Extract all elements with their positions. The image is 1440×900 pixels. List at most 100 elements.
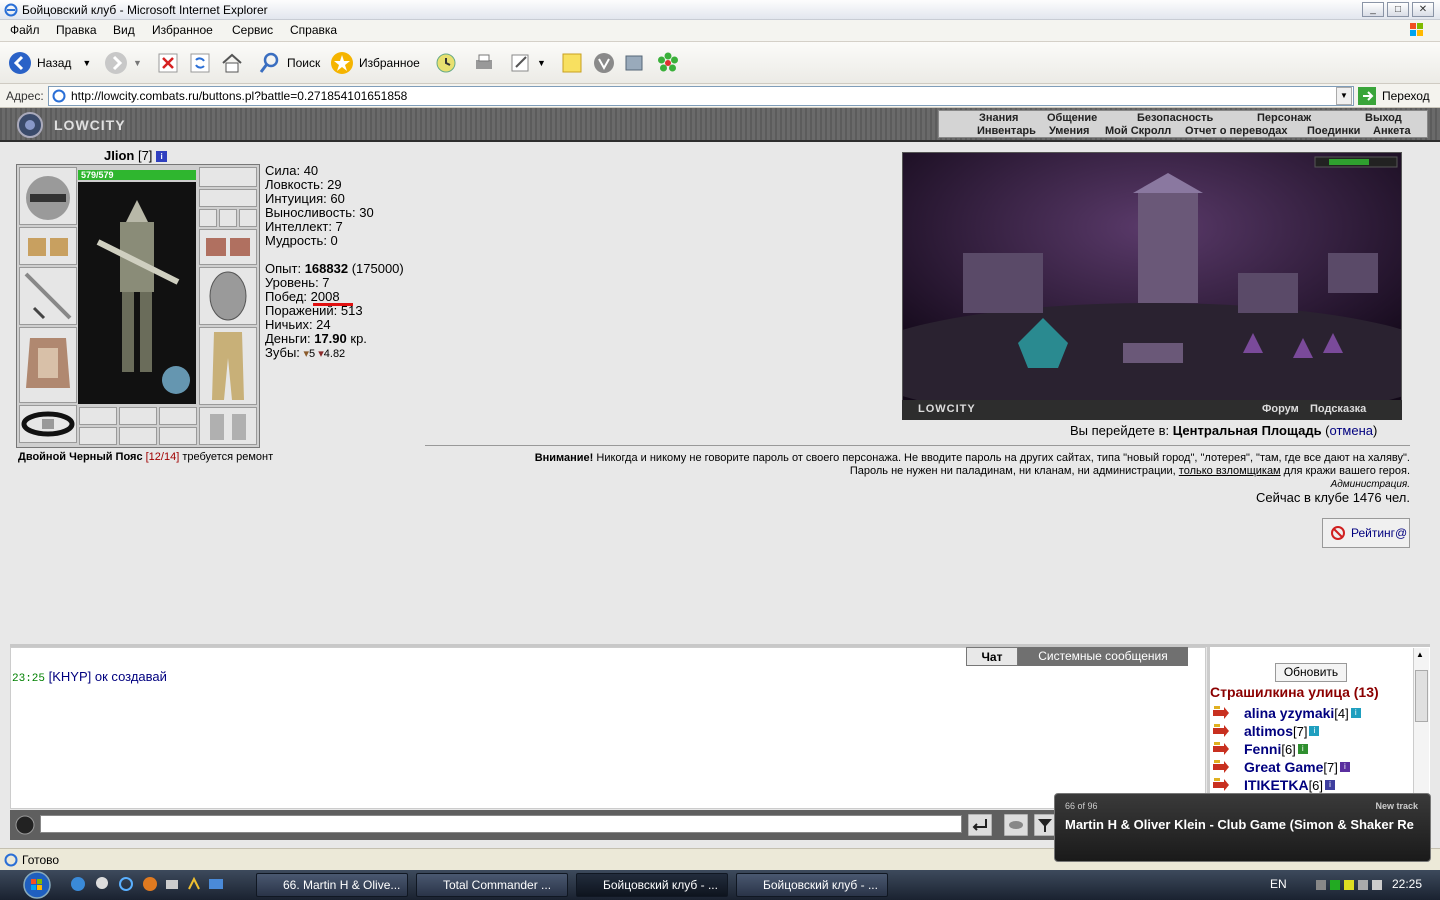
task-ie-1[interactable]: Бойцовский клуб - ... (576, 873, 728, 897)
gloves-slot[interactable] (199, 229, 257, 265)
close-button[interactable]: ✕ (1412, 2, 1434, 17)
scroll-thumb[interactable] (1415, 670, 1428, 722)
drive-icon[interactable] (164, 876, 180, 892)
addon-button-2[interactable] (622, 50, 646, 76)
tab-chat[interactable]: Чат (966, 647, 1018, 666)
skull-icon[interactable] (94, 876, 110, 892)
nav-transfer-report[interactable]: Отчет о переводах (1185, 125, 1288, 137)
character-name[interactable]: JIion [7] i (104, 148, 168, 163)
menu-file[interactable]: Файл (10, 23, 40, 37)
pocket-slot-1[interactable] (79, 407, 117, 425)
nav-battles[interactable]: Поединки (1307, 125, 1360, 137)
menu-view[interactable]: Вид (113, 23, 135, 37)
clear-icon[interactable] (1004, 814, 1028, 836)
player-row[interactable]: alina yzymaki [4] i (1212, 704, 1361, 722)
earring-slot[interactable] (199, 167, 257, 187)
shield-slot[interactable] (199, 267, 257, 325)
winamp-icon[interactable] (186, 876, 202, 892)
address-input[interactable]: http://lowcity.combats.ru/buttons.pl?bat… (48, 86, 1354, 106)
forward-dropdown-icon[interactable]: ▼ (133, 58, 142, 68)
firefox-icon[interactable] (142, 876, 158, 892)
nav-character[interactable]: Персонаж (1257, 112, 1311, 124)
belt-slot[interactable] (19, 405, 77, 443)
menu-favorites[interactable]: Избранное (152, 23, 213, 37)
pants-slot[interactable] (199, 327, 257, 405)
amulet-slot[interactable] (199, 189, 257, 207)
history-button[interactable] (434, 50, 458, 76)
player-name[interactable]: altimos (1244, 723, 1293, 739)
filter-icon[interactable] (1034, 814, 1056, 836)
private-message-icon[interactable] (1212, 706, 1230, 720)
nav-exit[interactable]: Выход (1365, 112, 1402, 124)
minimize-button[interactable]: _ (1362, 2, 1384, 17)
pocket-slot-4[interactable] (79, 427, 117, 445)
stop-button[interactable] (156, 50, 180, 76)
tab-system-messages[interactable]: Системные сообщения (1018, 647, 1188, 666)
player-name[interactable]: Great Game (1244, 759, 1323, 775)
hint-link[interactable]: Подсказка (1310, 403, 1366, 415)
boots-slot[interactable] (199, 407, 257, 445)
ring-slot-2[interactable] (219, 209, 237, 227)
menu-tools[interactable]: Сервис (232, 23, 273, 37)
player-row[interactable]: ITIKETKA [6] i (1212, 776, 1336, 794)
private-message-icon[interactable] (1212, 778, 1230, 792)
search-button[interactable]: Поиск (258, 50, 320, 76)
nav-my-scroll[interactable]: Мой Скролл (1105, 125, 1171, 137)
player-info-icon[interactable]: i (1325, 780, 1336, 790)
pocket-slot-5[interactable] (119, 427, 157, 445)
info-icon[interactable]: i (156, 151, 168, 163)
nav-communication[interactable]: Общение (1047, 112, 1097, 124)
player-row[interactable]: Great Game [7] i (1212, 758, 1350, 776)
maximize-button[interactable]: □ (1387, 2, 1409, 17)
player-row[interactable]: altimos [7] i (1212, 722, 1320, 740)
language-indicator[interactable]: EN (1270, 877, 1287, 891)
task-winamp[interactable]: 66. Martin H & Olive... (256, 873, 408, 897)
chat-area[interactable] (10, 647, 1206, 809)
nav-security[interactable]: Безопасность (1137, 112, 1213, 124)
cancel-link[interactable]: отмена (1330, 423, 1373, 438)
refresh-room-button[interactable]: Обновить (1275, 663, 1347, 682)
nav-knowledge[interactable]: Знания (979, 112, 1018, 124)
chat-author[interactable]: [KHYP] (49, 669, 92, 684)
pocket-slot-6[interactable] (159, 427, 197, 445)
forum-link[interactable]: Форум (1262, 403, 1299, 415)
city-scene[interactable] (853, 152, 1440, 423)
rating-button[interactable]: Рейтинг@ (1322, 518, 1410, 548)
addon-button-1[interactable] (592, 50, 616, 76)
edit-button[interactable]: ▼ (508, 50, 546, 76)
pocket-slot-2[interactable] (119, 407, 157, 425)
refresh-button[interactable] (188, 50, 212, 76)
globe-icon[interactable] (70, 876, 86, 892)
task-total-commander[interactable]: Total Commander ... (416, 873, 568, 897)
ring-slot-3[interactable] (239, 209, 257, 227)
helmet-slot[interactable] (19, 167, 77, 225)
player-row[interactable]: Fenni [6] i (1212, 740, 1308, 758)
private-message-icon[interactable] (1212, 742, 1230, 756)
desktop-icon[interactable] (208, 876, 224, 892)
back-dropdown-icon[interactable]: ▼ (82, 58, 91, 68)
notes-button[interactable] (560, 50, 584, 76)
start-button-icon[interactable] (18, 870, 56, 900)
menu-edit[interactable]: Правка (56, 23, 97, 37)
armor-slot[interactable] (19, 327, 77, 403)
nav-inventory[interactable]: Инвентарь (977, 125, 1036, 137)
chat-input[interactable] (40, 815, 962, 833)
private-message-icon[interactable] (1212, 760, 1230, 774)
character-portrait[interactable] (78, 182, 196, 404)
hackers-link[interactable]: только взломщикам (1179, 465, 1281, 477)
smiley-icon[interactable] (14, 814, 36, 836)
home-button[interactable] (220, 50, 244, 76)
room-scrollbar[interactable]: ▲ (1413, 648, 1429, 808)
player-info-icon[interactable]: i (1350, 708, 1361, 718)
private-message-icon[interactable] (1212, 724, 1230, 738)
back-button[interactable]: Назад ▼ (8, 50, 91, 76)
send-icon[interactable] (968, 814, 992, 836)
menu-help[interactable]: Справка (290, 23, 337, 37)
nav-profile[interactable]: Анкета (1373, 125, 1411, 137)
player-name[interactable]: alina yzymaki (1244, 705, 1334, 721)
window-title-bar[interactable]: Бойцовский клуб - Microsoft Internet Exp… (0, 0, 1440, 20)
player-name[interactable]: ITIKETKA (1244, 777, 1309, 793)
go-button[interactable]: Переход (1358, 86, 1438, 106)
favorites-button[interactable]: Избранное (330, 50, 420, 76)
scroll-up-icon[interactable]: ▲ (1416, 650, 1424, 659)
